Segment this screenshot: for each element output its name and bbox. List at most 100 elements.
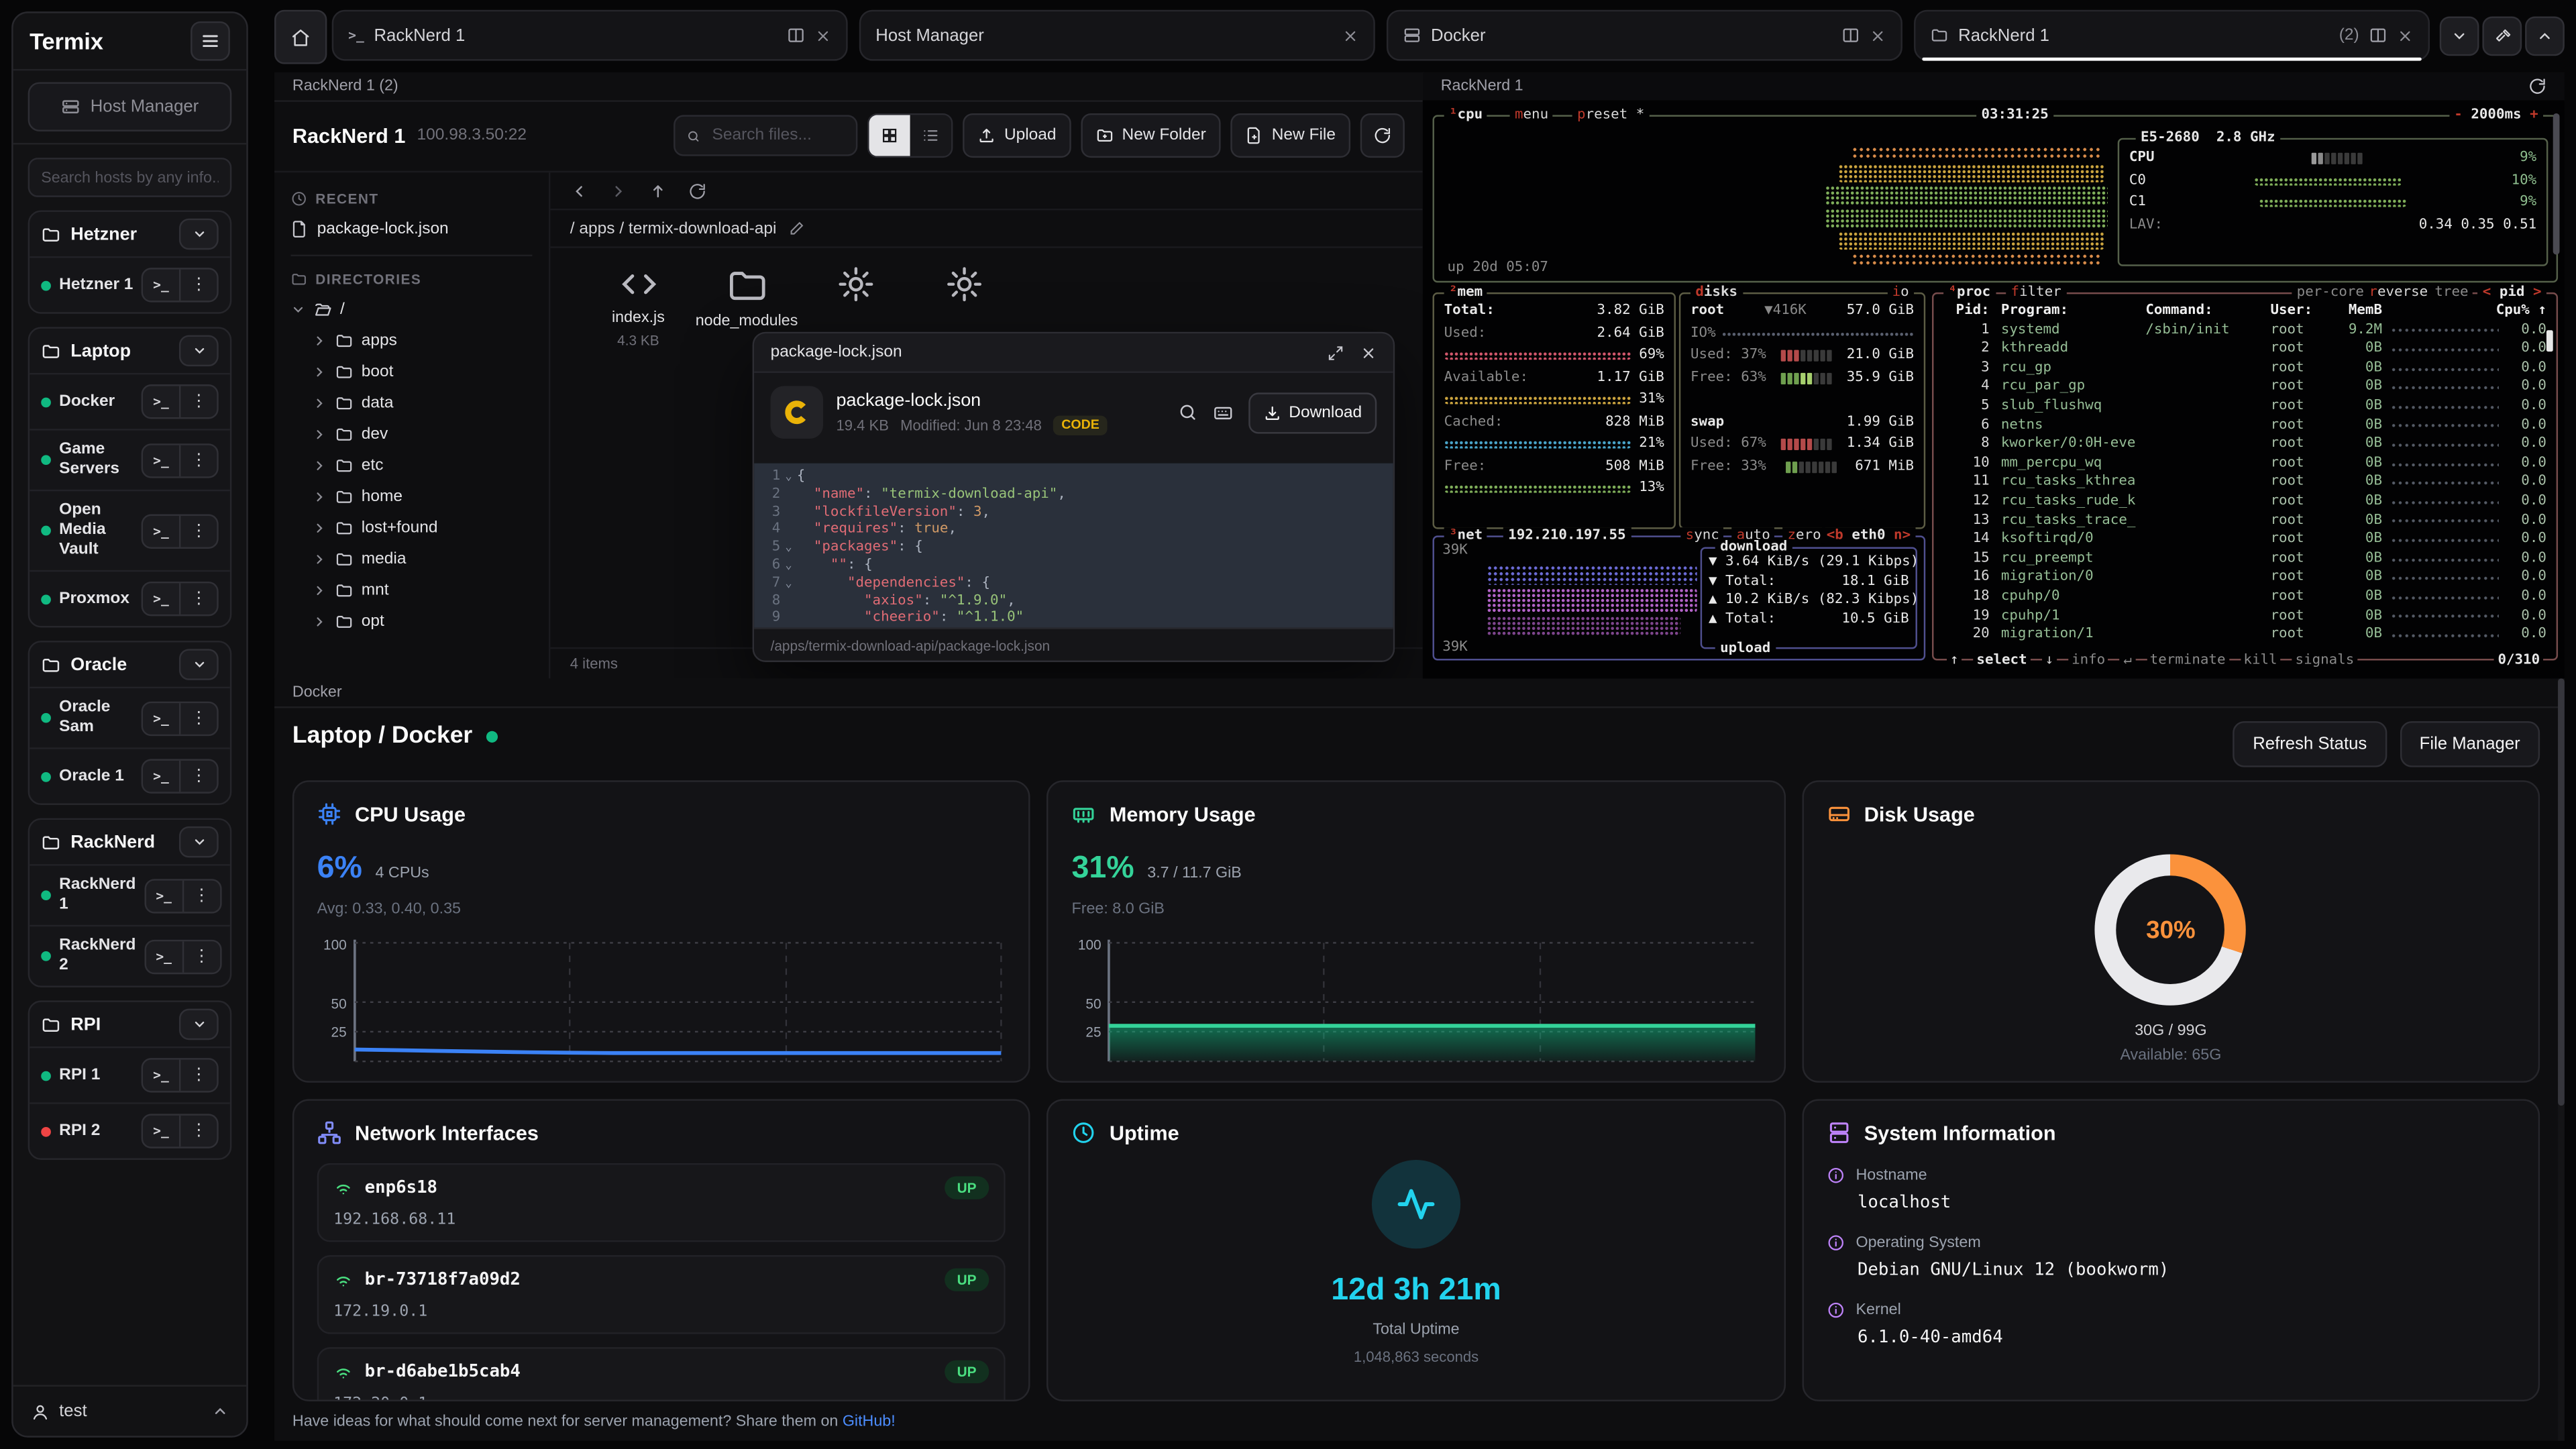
file-tile-config2[interactable] [912, 264, 1015, 304]
host-search-input[interactable] [28, 158, 232, 197]
proc-terminate-label[interactable]: terminate [2147, 652, 2229, 668]
edit-path-icon[interactable] [788, 220, 804, 236]
host-terminal-button[interactable]: >_ [143, 1116, 179, 1147]
host-menu-button[interactable]: ⋮ [179, 1116, 217, 1147]
group-header[interactable]: RackNerd [30, 820, 230, 864]
group-collapse-button[interactable] [179, 219, 219, 250]
process-row[interactable]: 20 migration/1 root 0B 0.0 [1933, 626, 2556, 645]
process-row[interactable]: 10 mm_percpu_wq root 0B 0.0 [1933, 455, 2556, 474]
split-view-icon[interactable] [1841, 26, 1860, 44]
proc-reverse-label[interactable]: reverse [2364, 284, 2432, 301]
tree-root[interactable]: / [290, 292, 532, 325]
upload-button[interactable]: Upload [963, 113, 1071, 158]
home-button[interactable] [274, 10, 327, 64]
tree-directory[interactable]: opt [290, 606, 532, 638]
tab-host-manager[interactable]: Host Manager [859, 10, 1375, 61]
file-search-input[interactable] [709, 125, 845, 146]
close-icon[interactable] [1360, 344, 1377, 360]
close-icon[interactable] [1342, 27, 1358, 43]
host-terminal-button[interactable]: >_ [143, 270, 179, 301]
refresh-files-button[interactable] [1360, 113, 1405, 158]
host-menu-button[interactable]: ⋮ [179, 702, 217, 734]
host-terminal-button[interactable]: >_ [146, 879, 182, 911]
tree-directory[interactable]: lost+found [290, 513, 532, 544]
tab-terminal-racknerd1[interactable]: >_ RackNerd 1 [332, 10, 848, 61]
disks-io-label[interactable]: io [1887, 284, 1914, 301]
reconnect-icon[interactable] [2528, 77, 2546, 95]
group-header[interactable]: RPI [30, 1002, 230, 1046]
forward-icon[interactable] [610, 182, 628, 200]
host-row[interactable]: RPI 1 >_ ⋮ [30, 1046, 230, 1102]
search-in-file-icon[interactable] [1177, 402, 1197, 422]
terminal-screen[interactable]: ¹cpu menu preset * 03:31:25 - 2000ms + u… [1423, 100, 2565, 678]
host-row[interactable]: Oracle 1 >_ ⋮ [30, 747, 230, 803]
proc-pid-sort[interactable]: < pid > [2477, 284, 2546, 301]
btop-preset-label[interactable]: preset * [1572, 107, 1650, 123]
host-row[interactable]: Proxmox >_ ⋮ [30, 570, 230, 626]
close-icon[interactable] [1870, 27, 1886, 43]
host-menu-button[interactable]: ⋮ [179, 386, 217, 418]
host-row[interactable]: RackNerd 2 >_ ⋮ [30, 925, 230, 986]
host-row[interactable]: Open Media Vault >_ ⋮ [30, 490, 230, 570]
host-menu-button[interactable]: ⋮ [179, 515, 217, 547]
process-row[interactable]: 15 rcu_preempt root 0B 0.0 [1933, 550, 2556, 569]
breadcrumb[interactable]: / apps / termix-download-api [550, 210, 1422, 248]
host-terminal-button[interactable]: >_ [143, 515, 179, 547]
close-icon[interactable] [2397, 27, 2413, 43]
keyboard-icon[interactable] [1212, 402, 1233, 423]
recent-file-item[interactable]: package-lock.json [290, 212, 532, 245]
tree-directory[interactable]: apps [290, 325, 532, 357]
btop-interval[interactable]: - 2000ms + [2449, 107, 2543, 123]
process-row[interactable]: 19 cpuhp/1 root 0B 0.0 [1933, 607, 2556, 626]
host-manager-button[interactable]: Host Manager [28, 82, 232, 131]
host-row[interactable]: Oracle Sam >_ ⋮ [30, 687, 230, 748]
host-menu-button[interactable]: ⋮ [182, 879, 219, 911]
file-tile-config[interactable] [804, 264, 907, 304]
group-header[interactable]: Laptop [30, 329, 230, 373]
file-tile-indexjs[interactable]: index.js 4.3 KB [586, 264, 690, 348]
proc-scrollbar[interactable] [2546, 330, 2553, 352]
process-row[interactable]: 18 cpuhp/0 root 0B 0.0 [1933, 588, 2556, 607]
btop-menu-label[interactable]: menu [1510, 107, 1554, 123]
host-menu-button[interactable]: ⋮ [179, 444, 217, 476]
host-menu-button[interactable]: ⋮ [179, 270, 217, 301]
terminal-scrollbar[interactable] [2553, 113, 2560, 255]
host-row[interactable]: RPI 2 >_ ⋮ [30, 1102, 230, 1158]
tree-directory[interactable]: boot [290, 356, 532, 388]
file-manager-button[interactable]: File Manager [2400, 721, 2540, 767]
host-terminal-button[interactable]: >_ [143, 444, 179, 476]
back-icon[interactable] [570, 182, 588, 200]
proc-info-label[interactable]: info [2068, 652, 2108, 668]
file-tile-node-modules[interactable]: node_modules [695, 264, 798, 330]
tab-docker[interactable]: Docker [1387, 10, 1902, 61]
tree-directory[interactable]: dev [290, 419, 532, 450]
host-terminal-button[interactable]: >_ [146, 941, 182, 972]
group-collapse-button[interactable] [179, 1009, 219, 1040]
proc-percore-label[interactable]: per-core [2292, 284, 2369, 301]
download-button[interactable]: Download [1248, 392, 1377, 433]
tree-directory[interactable]: data [290, 388, 532, 419]
tools-button[interactable] [2482, 16, 2522, 56]
process-row[interactable]: 3 rcu_gp root 0B 0.0 [1933, 360, 2556, 378]
github-link[interactable]: GitHub! [843, 1413, 896, 1431]
tree-directory[interactable]: mnt [290, 575, 532, 606]
process-row[interactable]: 6 netns root 0B 0.0 [1933, 417, 2556, 435]
process-row[interactable]: 16 migration/0 root 0B 0.0 [1933, 569, 2556, 588]
host-row[interactable]: Game Servers >_ ⋮ [30, 429, 230, 490]
refresh-icon[interactable] [688, 182, 706, 200]
code-viewer[interactable]: 1⌄{ 2 "name": "termix-download-api", 3 "… [754, 464, 1393, 629]
expand-button[interactable] [2525, 16, 2565, 56]
chevron-up-icon[interactable] [212, 1403, 228, 1419]
host-menu-button[interactable]: ⋮ [182, 941, 219, 972]
tab-files-racknerd1[interactable]: RackNerd 1 (2) [1914, 10, 2430, 61]
process-row[interactable]: 8 kworker/0:0H-eve root 0B 0.0 [1933, 435, 2556, 454]
new-folder-button[interactable]: New Folder [1081, 113, 1221, 158]
process-row[interactable]: 1 systemd /sbin/init root 9.2M 0.0 [1933, 321, 2556, 340]
proc-signals-label[interactable]: signals [2292, 652, 2358, 668]
group-header[interactable]: Oracle [30, 643, 230, 687]
group-collapse-button[interactable] [179, 649, 219, 680]
split-view-icon[interactable] [787, 26, 805, 44]
host-menu-button[interactable]: ⋮ [179, 583, 217, 614]
process-row[interactable]: 2 kthreadd root 0B 0.0 [1933, 340, 2556, 359]
page-scrollbar[interactable] [2558, 678, 2565, 1440]
